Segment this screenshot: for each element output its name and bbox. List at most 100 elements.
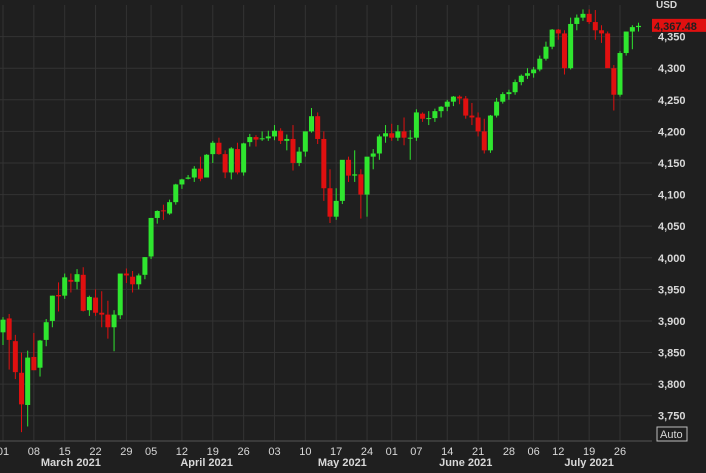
x-tick-label: 05 — [145, 446, 157, 458]
candle-body — [25, 357, 31, 405]
candle-body — [148, 217, 154, 257]
candle-body — [296, 151, 302, 163]
y-tick-label: 3,800 — [658, 379, 686, 391]
candle-body — [432, 111, 438, 119]
candle-body — [512, 82, 518, 93]
candle-body — [537, 58, 543, 70]
candle-body — [574, 17, 580, 24]
candle-body — [352, 174, 358, 176]
candle — [487, 114, 493, 153]
candle-body — [117, 273, 123, 316]
candle-body — [210, 142, 216, 155]
candle-body — [605, 33, 611, 69]
candle-body — [333, 200, 339, 217]
candle-body — [56, 295, 62, 297]
y-tick-label: 4,100 — [658, 190, 686, 202]
x-tick-label: 12 — [552, 446, 564, 458]
candle-body — [629, 27, 635, 32]
x-tick-label: 07 — [410, 446, 422, 458]
candle-body — [617, 53, 623, 95]
candle-body — [191, 168, 197, 178]
x-month-label: July 2021 — [564, 457, 614, 468]
y-tick-label: 4,350 — [658, 32, 686, 44]
candle-body — [592, 22, 598, 31]
y-tick-label: 3,950 — [658, 284, 686, 296]
candle-body — [506, 92, 512, 95]
candle — [117, 273, 123, 320]
candle-body — [241, 143, 247, 173]
candle-body — [173, 184, 179, 203]
candlestick-chart: 4,350 4,300 4,250 4,200 4,150 4,100 4,050 4,000… — [0, 0, 706, 469]
candle-body — [358, 174, 364, 195]
candle-body — [31, 356, 37, 371]
x-tick-label: 28 — [503, 446, 515, 458]
candle-body — [346, 159, 352, 176]
candle-body — [598, 30, 604, 34]
candle-body — [383, 133, 389, 137]
auto-button[interactable]: Auto — [656, 426, 688, 442]
x-month-label: May 2021 — [318, 457, 367, 468]
candle-body — [469, 115, 475, 118]
y-tick-label: 4,200 — [658, 126, 686, 138]
candle-body — [623, 31, 629, 54]
candle-body — [265, 136, 271, 139]
candle-body — [154, 210, 160, 218]
candle-body — [302, 131, 308, 152]
candle-body — [420, 113, 426, 119]
chart-background — [0, 0, 706, 468]
candle-body — [413, 112, 419, 138]
candle-body — [450, 96, 456, 102]
candle — [173, 183, 179, 205]
candle-body — [6, 318, 12, 340]
x-month-label: June 2021 — [439, 457, 492, 468]
candle-body — [636, 25, 642, 28]
candle-body — [580, 13, 586, 18]
auto-button-label[interactable]: Auto — [660, 429, 683, 441]
candle-body — [12, 341, 18, 373]
chart-svg: 4,350 4,300 4,250 4,200 4,150 4,100 4,050 4,000… — [0, 0, 706, 469]
candle-body — [463, 98, 469, 116]
candle-body — [68, 279, 74, 282]
candle — [204, 154, 210, 178]
candle-body — [407, 137, 413, 139]
candle-body — [204, 154, 210, 178]
candle — [549, 29, 555, 50]
candle — [463, 95, 469, 119]
candle-body — [309, 116, 314, 132]
candle-body — [549, 29, 555, 47]
y-tick-label: 3,900 — [658, 316, 686, 328]
candle-body — [111, 314, 117, 328]
y-tick-label: 4,050 — [658, 221, 686, 233]
candle-body — [130, 276, 136, 285]
y-tick-label: 3,850 — [658, 348, 686, 360]
last-price-tag: 4,367.48 — [652, 18, 706, 33]
candle — [617, 51, 623, 97]
candle-body — [216, 142, 222, 155]
candle-body — [222, 154, 228, 173]
candle-body — [475, 117, 481, 132]
candle-body — [586, 13, 592, 23]
currency-label: USD — [656, 0, 677, 11]
candle-body — [327, 188, 333, 217]
candle-body — [518, 75, 524, 83]
candle-body — [555, 29, 561, 34]
candle-body — [339, 159, 345, 201]
x-tick-label: 01 — [0, 446, 9, 458]
y-tick-label: 4,250 — [658, 95, 686, 107]
candle-body — [568, 23, 574, 69]
candle-body — [500, 94, 506, 102]
candle-body — [160, 210, 166, 212]
candle-body — [561, 33, 567, 69]
x-month-label: March 2021 — [41, 457, 101, 468]
candle-body — [395, 131, 401, 138]
candle — [241, 142, 247, 176]
candle-body — [401, 131, 407, 138]
candle-body — [444, 101, 450, 107]
candle-body — [228, 148, 234, 173]
candle-body — [321, 138, 327, 189]
candle-body — [278, 130, 284, 141]
candle-body — [37, 340, 43, 368]
candle-body — [62, 277, 68, 296]
candle-body — [197, 168, 203, 179]
candle-body — [271, 130, 277, 137]
